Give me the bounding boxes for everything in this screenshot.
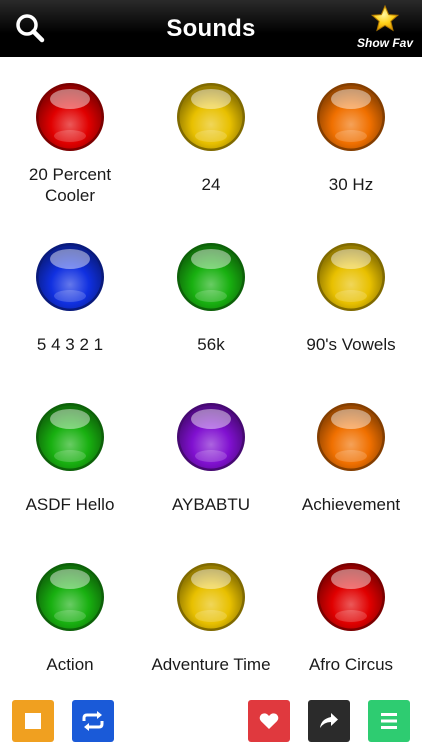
share-button[interactable] xyxy=(308,700,350,742)
search-icon xyxy=(16,14,45,43)
sound-grid: 20 Percent Cooler 24 30 Hz 5 4 3 2 1 56k 90's … xyxy=(0,56,422,690)
orange-orb-icon xyxy=(317,403,385,471)
show-fav-label: Show Fav xyxy=(356,36,413,50)
top-bar: Sounds Show Fav xyxy=(0,0,422,57)
yellow-orb-icon xyxy=(177,563,245,631)
repeat-button[interactable] xyxy=(72,700,114,742)
green-orb-icon xyxy=(177,243,245,311)
sound-label: Action xyxy=(0,654,140,675)
sound-button[interactable]: 5 4 3 2 1 xyxy=(0,216,140,376)
sound-button[interactable]: Achievement xyxy=(281,376,421,536)
sound-label: 20 Percent Cooler xyxy=(0,164,140,206)
sound-button[interactable]: Action xyxy=(0,536,140,690)
sound-label-line: AYBABTU xyxy=(171,495,251,514)
sound-label: Achievement xyxy=(281,494,421,515)
sound-label: 30 Hz xyxy=(281,174,421,195)
sound-label-line: 30 Hz xyxy=(328,175,374,194)
app-screen: Sounds Show Fav 20 Percent Cooler 24 30 Hz xyxy=(0,0,422,750)
sound-label-line: 90's Vowels xyxy=(306,335,396,354)
sound-label: Afro Circus xyxy=(281,654,421,675)
share-icon xyxy=(320,713,338,728)
sound-label-line: Adventure Time xyxy=(151,655,271,674)
sound-label: 5 4 3 2 1 xyxy=(0,334,140,355)
sound-label-line: 5 4 3 2 1 xyxy=(36,335,104,354)
sound-button[interactable]: 90's Vowels xyxy=(281,216,421,376)
sound-button[interactable]: ASDF Hello xyxy=(0,376,140,536)
purple-orb-icon xyxy=(177,403,245,471)
sound-button[interactable]: 20 Percent Cooler xyxy=(0,56,140,216)
sound-button[interactable]: 30 Hz xyxy=(281,56,421,216)
menu-icon xyxy=(381,713,397,729)
sound-label-line: Cooler xyxy=(44,186,96,205)
star-icon xyxy=(370,4,400,32)
bottom-toolbar xyxy=(0,690,422,750)
sound-label-line: 56k xyxy=(197,335,225,354)
red-orb-icon xyxy=(36,83,104,151)
sound-label: 56k xyxy=(141,334,281,355)
sound-button[interactable]: 56k xyxy=(141,216,281,376)
sound-label-line: Action xyxy=(46,655,94,674)
sound-label-line: Achievement xyxy=(301,495,401,514)
sound-label: ASDF Hello xyxy=(0,494,140,515)
green-orb-icon xyxy=(36,403,104,471)
sound-label-line: Afro Circus xyxy=(308,655,394,674)
yellow-orb-icon xyxy=(317,243,385,311)
heart-icon xyxy=(259,713,279,729)
menu-button[interactable] xyxy=(368,700,410,742)
sound-button[interactable]: AYBABTU xyxy=(141,376,281,536)
orange-orb-icon xyxy=(317,83,385,151)
blue-orb-icon xyxy=(36,243,104,311)
favorite-button[interactable] xyxy=(248,700,290,742)
yellow-orb-icon xyxy=(177,83,245,151)
sound-label: Adventure Time xyxy=(141,654,281,675)
sound-label: AYBABTU xyxy=(141,494,281,515)
sound-button[interactable]: Adventure Time xyxy=(141,536,281,690)
sound-label-line: 24 xyxy=(201,175,221,194)
sound-label: 24 xyxy=(141,174,281,195)
repeat-icon xyxy=(82,711,104,731)
sound-button[interactable]: Afro Circus xyxy=(281,536,421,690)
search-button[interactable] xyxy=(8,6,52,50)
sound-label-line: ASDF Hello xyxy=(25,495,115,514)
stop-button[interactable] xyxy=(12,700,54,742)
green-orb-icon xyxy=(36,563,104,631)
sound-label-line: 20 Percent xyxy=(28,165,112,184)
red-orb-icon xyxy=(317,563,385,631)
sound-button[interactable]: 24 xyxy=(141,56,281,216)
stop-icon xyxy=(25,713,41,729)
show-fav-button[interactable]: Show Fav xyxy=(354,4,416,52)
sound-label: 90's Vowels xyxy=(281,334,421,355)
